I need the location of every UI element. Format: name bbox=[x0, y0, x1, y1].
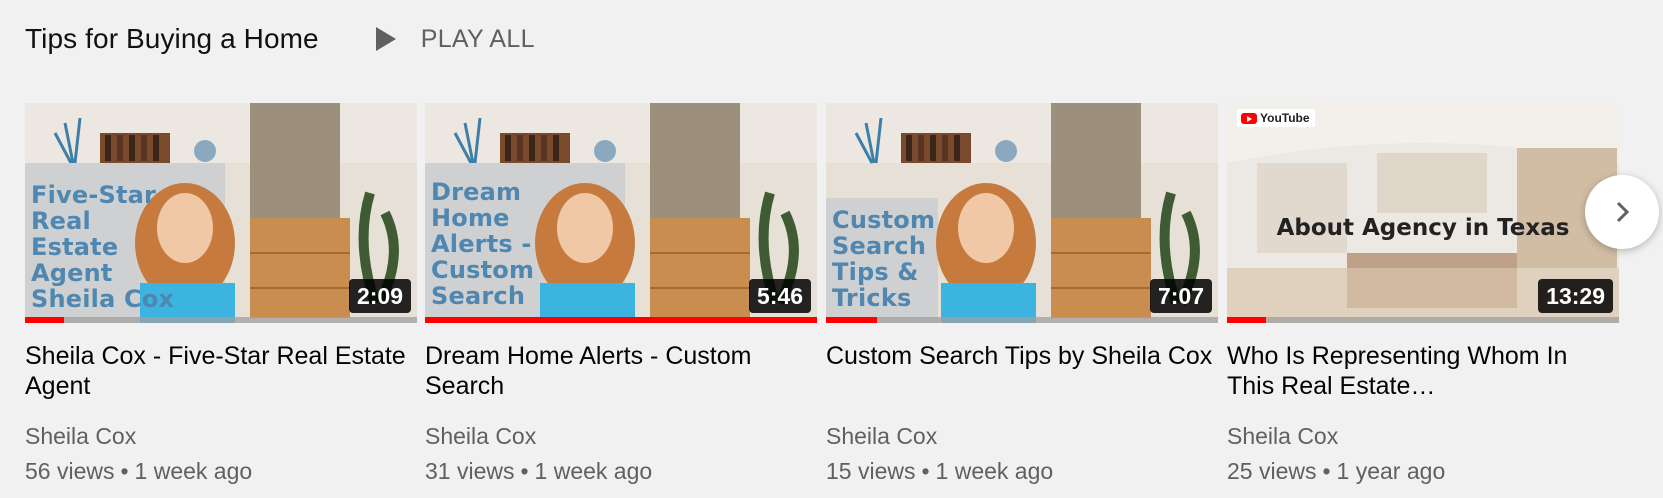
video-shelf: Five-Star Real Estate Agent Sheila Cox 2… bbox=[25, 103, 1625, 493]
channel-name[interactable]: Sheila Cox bbox=[826, 423, 1218, 450]
play-icon bbox=[375, 27, 396, 51]
channel-name[interactable]: Sheila Cox bbox=[25, 423, 417, 450]
video-title[interactable]: Dream Home Alerts - Custom Search bbox=[425, 341, 817, 401]
meta-separator: • bbox=[1322, 458, 1331, 484]
video-thumbnail[interactable]: YouTube About Agency in Texas 13:29 bbox=[1227, 103, 1619, 323]
watch-progress-fill bbox=[1227, 317, 1267, 323]
watch-progress-track bbox=[826, 317, 1218, 323]
video-card: Five-Star Real Estate Agent Sheila Cox 2… bbox=[25, 103, 417, 485]
duration-badge: 5:46 bbox=[748, 279, 811, 313]
shelf-title[interactable]: Tips for Buying a Home bbox=[25, 23, 319, 55]
play-all-button[interactable]: PLAY ALL bbox=[375, 25, 535, 54]
thumbnail-overlay-text: Dream Home Alerts - Custom Search bbox=[431, 178, 535, 310]
video-title[interactable]: Who Is Representing Whom In This Real Es… bbox=[1227, 341, 1619, 401]
video-meta: 31 views • 1 week ago bbox=[425, 458, 817, 485]
play-all-label: PLAY ALL bbox=[420, 24, 535, 53]
watch-progress-fill bbox=[826, 317, 877, 323]
thumbnail-overlay-text: Five-Star Real Estate Agent Sheila Cox bbox=[31, 181, 175, 313]
duration-badge: 13:29 bbox=[1538, 279, 1613, 313]
view-count: 56 views bbox=[25, 458, 115, 484]
video-thumbnail[interactable]: Custom Search Tips & Tricks 7:07 bbox=[826, 103, 1218, 323]
view-count: 15 views bbox=[826, 458, 916, 484]
channel-name[interactable]: Sheila Cox bbox=[1227, 423, 1619, 450]
video-thumbnail[interactable]: Dream Home Alerts - Custom Search 5:46 bbox=[425, 103, 817, 323]
watch-progress-track bbox=[425, 317, 817, 323]
thumbnail-overlay-text: About Agency in Texas bbox=[1276, 215, 1570, 241]
shelf-header: Tips for Buying a Home PLAY ALL bbox=[25, 18, 535, 60]
youtube-badge-label: YouTube bbox=[1260, 111, 1310, 125]
upload-age: 1 week ago bbox=[134, 458, 253, 484]
video-meta: 25 views • 1 year ago bbox=[1227, 458, 1619, 485]
duration-badge: 7:07 bbox=[1149, 279, 1212, 313]
upload-age: 1 week ago bbox=[935, 458, 1054, 484]
duration-badge: 2:09 bbox=[348, 279, 411, 313]
view-count: 31 views bbox=[425, 458, 515, 484]
meta-separator: • bbox=[120, 458, 129, 484]
video-card: Custom Search Tips & Tricks 7:07 Custom … bbox=[826, 103, 1218, 485]
chevron-right-icon bbox=[1616, 201, 1630, 223]
video-thumbnail[interactable]: Five-Star Real Estate Agent Sheila Cox 2… bbox=[25, 103, 417, 323]
watch-progress-track bbox=[1227, 317, 1619, 323]
video-meta: 56 views • 1 week ago bbox=[25, 458, 417, 485]
video-meta: 15 views • 1 week ago bbox=[826, 458, 1218, 485]
meta-separator: • bbox=[520, 458, 529, 484]
watch-progress-fill bbox=[25, 317, 65, 323]
meta-separator: • bbox=[921, 458, 930, 484]
thumbnail-overlay-text: Custom Search Tips & Tricks bbox=[832, 206, 936, 312]
video-title[interactable]: Sheila Cox - Five-Star Real Estate Agent bbox=[25, 341, 417, 401]
video-card: Dream Home Alerts - Custom Search 5:46 D… bbox=[425, 103, 817, 485]
youtube-logo-icon bbox=[1241, 112, 1257, 124]
upload-age: 1 week ago bbox=[534, 458, 653, 484]
next-arrow-button[interactable] bbox=[1585, 175, 1659, 249]
video-card: YouTube About Agency in Texas 13:29 Who … bbox=[1227, 103, 1619, 485]
video-title[interactable]: Custom Search Tips by Sheila Cox bbox=[826, 341, 1218, 401]
view-count: 25 views bbox=[1227, 458, 1317, 484]
youtube-badge: YouTube bbox=[1237, 109, 1315, 127]
watch-progress-track bbox=[25, 317, 417, 323]
watch-progress-fill bbox=[425, 317, 817, 323]
channel-name[interactable]: Sheila Cox bbox=[425, 423, 817, 450]
upload-age: 1 year ago bbox=[1336, 458, 1446, 484]
